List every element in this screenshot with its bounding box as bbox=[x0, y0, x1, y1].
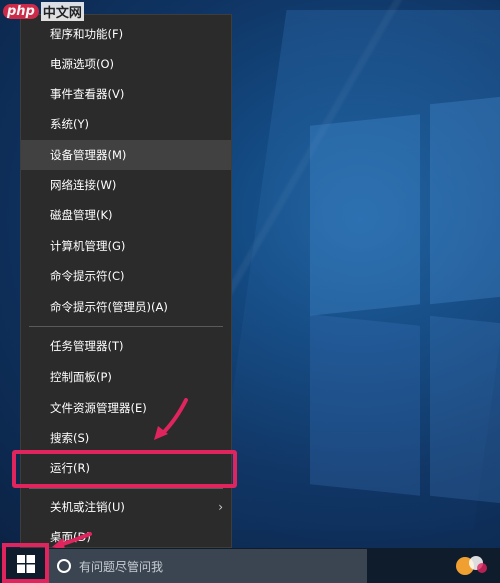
cortana-search-box[interactable]: 有问题尽管问我 bbox=[49, 549, 367, 583]
menu-item-network-connections[interactable]: 网络连接(W) bbox=[21, 170, 231, 200]
windows-logo-pane bbox=[430, 315, 500, 505]
site-watermark: php 中文网 bbox=[3, 1, 84, 21]
menu-item-command-prompt-admin[interactable]: 命令提示符(管理员)(A) bbox=[21, 292, 231, 322]
menu-item-device-manager[interactable]: 设备管理器(M) bbox=[21, 140, 231, 170]
menu-item-command-prompt[interactable]: 命令提示符(C) bbox=[21, 261, 231, 291]
menu-item-programs-features[interactable]: 程序和功能(F) bbox=[21, 19, 231, 49]
menu-item-system[interactable]: 系统(Y) bbox=[21, 109, 231, 139]
menu-item-event-viewer[interactable]: 事件查看器(V) bbox=[21, 79, 231, 109]
tray-logo-icon bbox=[447, 549, 497, 581]
annotation-arrow-icon bbox=[154, 398, 188, 440]
menu-item-disk-management[interactable]: 磁盘管理(K) bbox=[21, 200, 231, 230]
windows-logo-pane bbox=[430, 95, 500, 305]
cortana-circle-icon bbox=[57, 559, 71, 573]
menu-item-shutdown-signout[interactable]: 关机或注销(U) › bbox=[21, 492, 231, 522]
run-highlight-box bbox=[12, 450, 237, 488]
menu-separator bbox=[29, 326, 223, 327]
menu-item-control-panel[interactable]: 控制面板(P) bbox=[21, 362, 231, 392]
menu-item-search[interactable]: 搜索(S) bbox=[21, 423, 231, 453]
windows-logo-pane bbox=[310, 314, 420, 496]
menu-item-computer-management[interactable]: 计算机管理(G) bbox=[21, 231, 231, 261]
menu-item-power-options[interactable]: 电源选项(O) bbox=[21, 49, 231, 79]
start-highlight-box bbox=[2, 543, 49, 583]
menu-item-file-explorer[interactable]: 文件资源管理器(E) bbox=[21, 393, 231, 423]
chevron-right-icon: › bbox=[218, 500, 223, 514]
menu-item-task-manager[interactable]: 任务管理器(T) bbox=[21, 331, 231, 361]
menu-separator bbox=[29, 488, 223, 489]
search-placeholder: 有问题尽管问我 bbox=[79, 559, 164, 574]
windows-logo-pane bbox=[310, 114, 420, 316]
